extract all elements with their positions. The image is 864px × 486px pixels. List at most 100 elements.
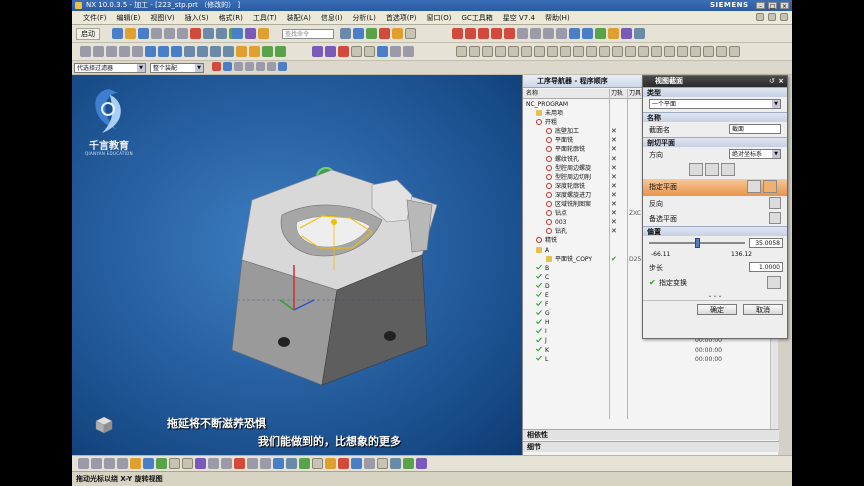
close-icon[interactable]: × [780, 2, 789, 10]
expand-chevron-icon[interactable]: ⌄⌄⌄ [643, 292, 787, 300]
reset-icon[interactable]: ↺ [769, 76, 775, 87]
point-icon[interactable] [145, 46, 156, 57]
view-right-icon[interactable] [117, 458, 128, 469]
plane-icon[interactable] [158, 46, 169, 57]
view-top-icon[interactable] [104, 458, 115, 469]
user-defined-icon[interactable] [716, 46, 727, 57]
draft-analysis-icon[interactable] [338, 46, 349, 57]
alt-plane-icon[interactable] [769, 212, 781, 224]
view-triad-icon[interactable] [94, 415, 114, 435]
create-method-icon[interactable] [491, 28, 502, 39]
curve-analysis-icon[interactable] [312, 46, 323, 57]
section-name-input[interactable]: 截面 [729, 124, 781, 134]
launch-button[interactable]: 启动 [76, 28, 100, 40]
type-filter-select[interactable]: 代选择过滤器 ▼ [74, 63, 146, 73]
cavity-mill-icon[interactable] [456, 46, 467, 57]
grid-icon[interactable] [405, 28, 416, 39]
chamfer-icon[interactable] [249, 46, 260, 57]
measure-icon[interactable] [262, 46, 273, 57]
maximize-icon[interactable]: □ [768, 2, 777, 10]
command-search-input[interactable]: 查找命令 [282, 29, 334, 39]
clipping-icon[interactable] [351, 46, 362, 57]
cancel-button[interactable]: 取消 [743, 304, 783, 315]
edge-display-icon[interactable] [156, 458, 167, 469]
counterbore-icon[interactable] [690, 46, 701, 57]
view-select-icon[interactable] [278, 62, 287, 71]
col-name[interactable]: 名称 [526, 89, 538, 99]
rest-mill-icon[interactable] [599, 46, 610, 57]
export-icon[interactable] [364, 458, 375, 469]
view-iso-icon[interactable] [130, 458, 141, 469]
machine-view-icon[interactable] [530, 28, 541, 39]
mill-control-icon[interactable] [703, 46, 714, 57]
menu-item[interactable]: 首选项(P) [381, 13, 422, 23]
offset-input[interactable]: 35.0058 [749, 238, 783, 248]
program-view-icon[interactable] [517, 28, 528, 39]
snap-point-icon[interactable] [267, 62, 276, 71]
boolean-icon[interactable] [223, 46, 234, 57]
drill-icon[interactable] [521, 46, 532, 57]
hide-path-icon[interactable] [234, 458, 245, 469]
x-axis-plane-icon[interactable] [689, 163, 703, 176]
menu-item[interactable]: 插入(S) [180, 13, 214, 23]
clip-view-icon[interactable] [312, 458, 323, 469]
info-icon[interactable] [299, 458, 310, 469]
circle-icon[interactable] [119, 46, 130, 57]
snap-mid-icon[interactable] [245, 62, 254, 71]
offset-slider-thumb[interactable] [695, 238, 700, 248]
dialog-close-icon[interactable]: × [778, 76, 784, 87]
menu-item[interactable]: 视图(V) [145, 13, 179, 23]
streamline-icon[interactable] [573, 46, 584, 57]
section-toggle-icon[interactable] [377, 46, 388, 57]
line-icon[interactable] [80, 46, 91, 57]
blend-icon[interactable] [236, 46, 247, 57]
stop-icon[interactable] [338, 458, 349, 469]
hole-mill-icon[interactable] [612, 46, 623, 57]
report-icon[interactable] [377, 458, 388, 469]
postprocess-icon[interactable] [608, 28, 619, 39]
reverse-direction-icon[interactable] [769, 197, 781, 209]
thread-mill-icon[interactable] [534, 46, 545, 57]
minimize-icon[interactable]: – [756, 2, 765, 10]
redo-icon[interactable] [216, 28, 227, 39]
flowcut-icon[interactable] [560, 46, 571, 57]
pan-icon[interactable] [260, 458, 271, 469]
render-style-icon[interactable] [143, 458, 154, 469]
create-geometry-icon[interactable] [478, 28, 489, 39]
planar-mill-icon[interactable] [495, 46, 506, 57]
name-section-header[interactable]: 名称 [643, 112, 787, 122]
menu-item[interactable]: 文件(F) [78, 13, 112, 23]
bore-icon[interactable] [664, 46, 675, 57]
section-view-icon[interactable] [379, 28, 390, 39]
contour-area-icon[interactable] [482, 46, 493, 57]
print-icon[interactable] [351, 458, 362, 469]
snap-grid-icon[interactable] [78, 458, 89, 469]
fit-view-icon[interactable] [232, 28, 243, 39]
mach-check-icon[interactable] [403, 458, 414, 469]
ream-icon[interactable] [677, 46, 688, 57]
layer-icon[interactable] [366, 28, 377, 39]
menu-item[interactable]: 分析(L) [347, 13, 380, 23]
snap-icon[interactable] [392, 28, 403, 39]
compare-icon[interactable] [390, 458, 401, 469]
zoom-icon[interactable] [245, 28, 256, 39]
shaded-icon[interactable] [340, 28, 351, 39]
copy-icon[interactable] [164, 28, 175, 39]
snapshot-icon[interactable] [325, 458, 336, 469]
menu-minimize-icon[interactable] [756, 13, 764, 21]
wireframe-icon[interactable] [353, 28, 364, 39]
create-tool-icon[interactable] [465, 28, 476, 39]
step-input[interactable]: 1.0000 [749, 262, 783, 272]
open-file-icon[interactable] [125, 28, 136, 39]
clip-plane-section-header[interactable]: 剖切平面 [643, 137, 787, 147]
measure-distance-icon[interactable] [286, 458, 297, 469]
snap-end-icon[interactable] [234, 62, 243, 71]
ok-button[interactable]: 确定 [697, 304, 737, 315]
tap-icon[interactable] [651, 46, 662, 57]
menu-item[interactable]: 工具(T) [248, 13, 282, 23]
menu-item[interactable]: 帮助(H) [540, 13, 575, 23]
snap-center-icon[interactable] [256, 62, 265, 71]
create-operation-icon[interactable] [504, 28, 515, 39]
direction-select[interactable]: 绝对坐标系 ▼ [729, 149, 781, 159]
perspective-icon[interactable] [403, 46, 414, 57]
